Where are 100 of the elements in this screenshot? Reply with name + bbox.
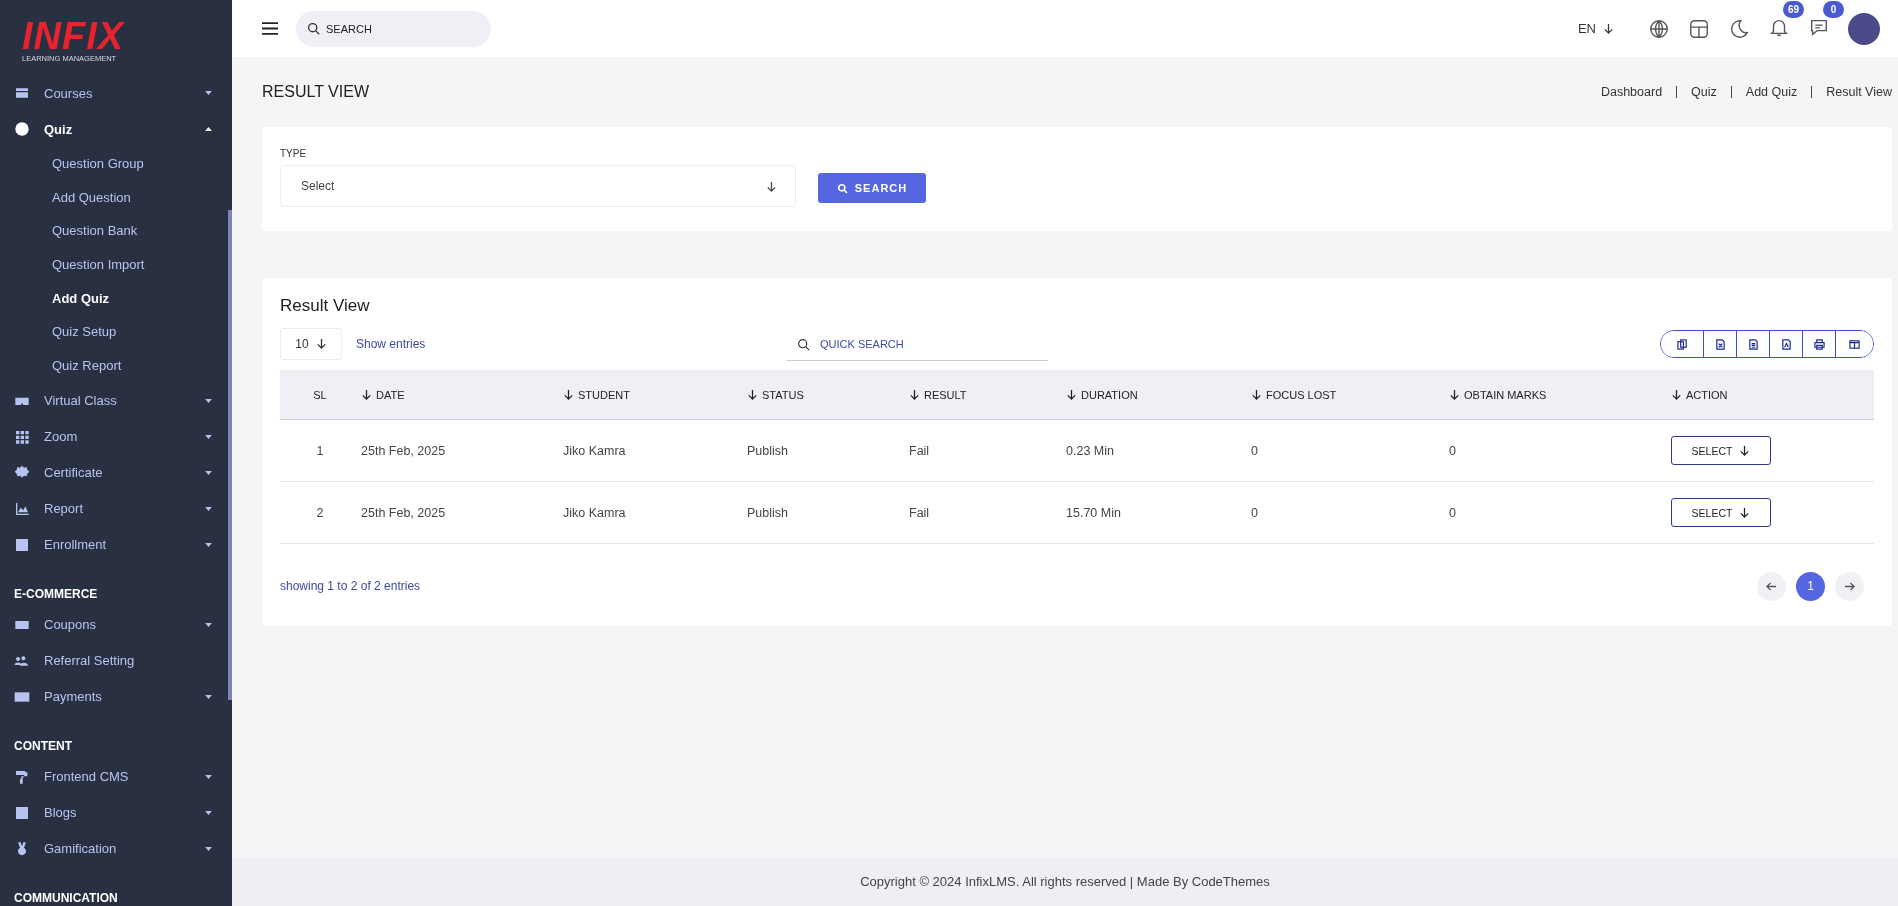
table-cell: 25th Feb, 2025 bbox=[360, 481, 562, 544]
scrollbar[interactable] bbox=[228, 210, 232, 700]
sidebar-item[interactable]: Payments bbox=[0, 678, 232, 715]
table-cell: 25th Feb, 2025 bbox=[360, 419, 562, 482]
table-cell: 1 bbox=[280, 419, 360, 482]
field-label: TYPE bbox=[280, 148, 308, 159]
sidebar-item[interactable]: Zoom bbox=[0, 418, 232, 455]
column-header[interactable]: SL bbox=[280, 370, 360, 420]
breadcrumb-link[interactable]: Dashboard bbox=[1600, 85, 1663, 99]
section-heading: COMMUNICATION bbox=[13, 889, 119, 906]
breadcrumb-link[interactable]: Result View bbox=[1826, 85, 1892, 99]
sidebar-item[interactable]: Enrollment bbox=[0, 526, 232, 563]
submenu-item[interactable]: Question Import bbox=[0, 248, 232, 282]
table-cell: Fail bbox=[908, 419, 1065, 482]
column-header[interactable]: OBTAIN MARKS bbox=[1448, 370, 1670, 420]
print-icon bbox=[1813, 338, 1825, 350]
message-count: 0 bbox=[1823, 0, 1844, 18]
table-cell: 2 bbox=[280, 481, 360, 544]
column-header[interactable]: DATE bbox=[360, 370, 562, 420]
logo-title: INFIX bbox=[22, 18, 126, 54]
arrow-down-icon bbox=[766, 180, 777, 192]
search-icon bbox=[836, 182, 848, 194]
previous-page-button[interactable] bbox=[1757, 571, 1786, 601]
submenu-item[interactable]: Quiz Setup bbox=[0, 315, 232, 350]
section-heading: E-COMMERCE bbox=[13, 585, 99, 603]
show-entries-label: Show entries bbox=[356, 337, 427, 351]
column-header[interactable]: FOCUS LOST bbox=[1250, 370, 1448, 420]
action-select-button[interactable]: SELECT bbox=[1671, 498, 1771, 527]
arrow-right-icon bbox=[1844, 580, 1855, 592]
column-header[interactable]: STUDENT bbox=[562, 370, 746, 420]
arrow-down-icon bbox=[1603, 23, 1614, 34]
search-field[interactable]: SEARCH bbox=[296, 10, 491, 47]
table-cell: Jiko Kamra bbox=[562, 419, 746, 482]
table-cell: Publish bbox=[746, 419, 908, 482]
layout-icon[interactable] bbox=[1688, 17, 1710, 40]
arrow-down-icon bbox=[1739, 506, 1751, 518]
sidebar-item[interactable]: Gamification bbox=[0, 830, 232, 867]
table-cell: Jiko Kamra bbox=[562, 481, 746, 544]
table-cell: Fail bbox=[908, 481, 1065, 544]
action-select-button[interactable]: SELECT bbox=[1671, 436, 1771, 465]
next-page-button[interactable] bbox=[1835, 571, 1864, 601]
footer-text: Copyright © 2024 InfixLMS. All rights reserved | Made By CodeThemes bbox=[232, 858, 1898, 906]
column-header[interactable]: DURATION bbox=[1065, 370, 1250, 420]
section-heading: CONTENT bbox=[13, 737, 73, 755]
document-icon bbox=[1747, 338, 1759, 350]
table-cell: 0 bbox=[1448, 481, 1670, 544]
sort-arrow-icon bbox=[361, 388, 372, 400]
column-header[interactable]: STATUS bbox=[746, 370, 908, 420]
page-title: RESULT VIEW bbox=[262, 83, 369, 101]
sidebar-item[interactable]: Virtual Class bbox=[0, 382, 232, 419]
sort-arrow-icon bbox=[563, 388, 574, 400]
excel-file-icon bbox=[1714, 338, 1726, 350]
submenu-item[interactable]: Add Quiz bbox=[0, 281, 232, 316]
search-button[interactable]: SEARCH bbox=[818, 173, 926, 203]
arrow-down-icon bbox=[1739, 444, 1751, 456]
sort-arrow-icon bbox=[1671, 388, 1682, 400]
moon-icon[interactable] bbox=[1728, 17, 1750, 40]
entries-summary: showing 1 to 2 of 2 entries bbox=[280, 579, 421, 593]
sidebar-item[interactable]: Certificate bbox=[0, 454, 232, 491]
columns-icon bbox=[1849, 338, 1860, 350]
search-icon bbox=[797, 338, 810, 351]
sidebar-item[interactable]: Courses bbox=[0, 75, 232, 111]
notification-count: 69 bbox=[1783, 0, 1804, 18]
globe-icon[interactable] bbox=[1648, 17, 1670, 40]
sort-arrow-icon bbox=[1066, 388, 1077, 400]
sidebar-item[interactable]: Blogs bbox=[0, 794, 232, 831]
type-select[interactable]: Select bbox=[280, 165, 796, 207]
table-cell: 0 bbox=[1250, 419, 1448, 482]
table-cell: 0.23 Min bbox=[1065, 419, 1250, 482]
column-header[interactable]: RESULT bbox=[908, 370, 1065, 420]
table-cell: 15.70 Min bbox=[1065, 481, 1250, 544]
submenu-item[interactable]: Question Bank bbox=[0, 214, 232, 249]
table-cell: 0 bbox=[1250, 481, 1448, 544]
arrow-left-icon bbox=[1766, 580, 1777, 592]
sidebar-item[interactable]: Quiz bbox=[0, 111, 232, 147]
sidebar-item[interactable]: Frontend CMS bbox=[0, 758, 232, 795]
columns-button[interactable] bbox=[1835, 331, 1873, 357]
table-cell: Publish bbox=[746, 481, 908, 544]
sidebar-item[interactable]: Report bbox=[0, 490, 232, 527]
sidebar-item[interactable]: Coupons bbox=[0, 606, 232, 643]
sort-arrow-icon bbox=[1449, 388, 1460, 400]
breadcrumb-link[interactable]: Add Quiz bbox=[1745, 85, 1798, 99]
copy-icon bbox=[1676, 338, 1688, 350]
breadcrumb-link[interactable]: Quiz bbox=[1691, 85, 1717, 99]
sidebar-item[interactable]: Referral Setting bbox=[0, 642, 232, 679]
pdf-file-icon bbox=[1780, 338, 1792, 350]
page-button[interactable]: 1 bbox=[1796, 571, 1825, 601]
sort-arrow-icon bbox=[1251, 388, 1262, 400]
language-selector[interactable]: EN bbox=[1571, 20, 1620, 37]
sort-arrow-icon bbox=[747, 388, 758, 400]
arrow-down-icon bbox=[315, 338, 327, 349]
column-header[interactable]: ACTION bbox=[1670, 370, 1874, 420]
submenu-item[interactable]: Add Question bbox=[0, 180, 232, 215]
sort-arrow-icon bbox=[909, 388, 920, 400]
table-cell: 0 bbox=[1448, 419, 1670, 482]
submenu-item[interactable]: Question Group bbox=[0, 147, 232, 181]
avatar[interactable] bbox=[1848, 12, 1880, 45]
submenu-item[interactable]: Quiz Report bbox=[0, 349, 232, 383]
search-icon bbox=[307, 21, 320, 35]
page-size-select[interactable]: 10 bbox=[280, 328, 342, 360]
